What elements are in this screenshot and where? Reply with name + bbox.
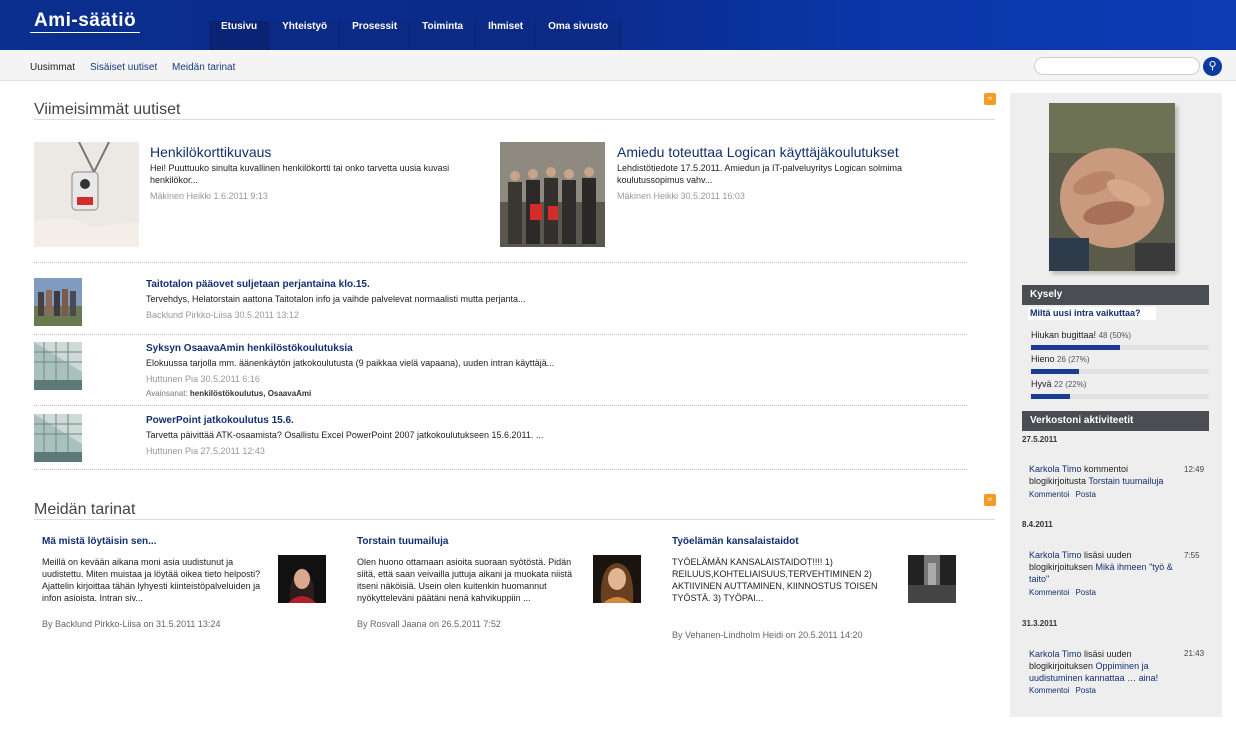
activity-links: Kommentoi Posta: [1029, 686, 1102, 695]
stories-section-title: Meidän tarinat: [34, 501, 136, 518]
list-item-title[interactable]: Syksyn OsaavaAmin henkilöstökoulutuksia: [146, 343, 353, 354]
tab-prosessit[interactable]: Prosessit: [340, 21, 411, 50]
tags-label: Avainsanat:: [146, 389, 188, 398]
tab-yhteistyo[interactable]: Yhteistyö: [270, 21, 341, 50]
poll-bar-track: [1031, 369, 1209, 374]
activity-time: 7:55: [1184, 551, 1200, 560]
divider: [34, 519, 995, 520]
list-item-excerpt: Tarvetta päivittää ATK-osaamista? Osalli…: [146, 430, 544, 440]
author-avatar[interactable]: [908, 555, 956, 603]
activity-item: Karkola Timo kommentoi blogikirjoitusta …: [1029, 463, 1179, 487]
activity-time: 21:43: [1184, 649, 1205, 658]
poll-bar-track: [1031, 345, 1209, 350]
comment-link[interactable]: Kommentoi: [1029, 686, 1069, 695]
post-link[interactable]: Posta: [1075, 686, 1095, 695]
story-title[interactable]: Torstain tuumailuja: [357, 536, 449, 547]
divider: [34, 334, 967, 335]
poll-header: Kysely: [1022, 285, 1209, 305]
story-excerpt: Olen huono ottamaan asioita suoraan syöt…: [357, 557, 573, 603]
post-link[interactable]: Posta: [1075, 490, 1095, 499]
list-item-image[interactable]: [34, 342, 82, 390]
subnav-meidan-tarinat[interactable]: Meidän tarinat: [172, 62, 235, 73]
activity-actor-link[interactable]: Karkola Timo: [1029, 464, 1082, 474]
featured-title[interactable]: Amiedu toteuttaa Logican käyttäjäkoulutu…: [617, 144, 899, 160]
list-item-title[interactable]: PowerPoint jatkokoulutus 15.6.: [146, 415, 294, 426]
tab-toiminta[interactable]: Toiminta: [410, 21, 477, 50]
story-title[interactable]: Työelämän kansalaistaidot: [672, 536, 799, 547]
tab-ihmiset[interactable]: Ihmiset: [476, 21, 537, 50]
story-meta: By Vehanen-Lindholm Heidi on 20.5.2011 1…: [672, 630, 863, 640]
poll-option: Hyvä 22 (22%): [1031, 379, 1087, 389]
subnav-uusimmat[interactable]: Uusimmat: [30, 62, 75, 73]
poll-bar: [1031, 394, 1071, 399]
activity-date: 31.3.2011: [1022, 619, 1058, 628]
poll-option-count: 22 (22%): [1054, 380, 1087, 389]
search-icon[interactable]: ⚲: [1203, 57, 1222, 76]
list-item-excerpt: Elokuussa tarjolla mm. äänenkäytön jatko…: [146, 358, 555, 368]
divider: [34, 119, 995, 120]
featured-image-group-photo[interactable]: [500, 142, 605, 247]
activity-item: Karkola Timo lisäsi uuden blogikirjoituk…: [1029, 648, 1179, 684]
activity-actor-link[interactable]: Karkola Timo: [1029, 649, 1082, 659]
list-item-title[interactable]: Taitotalon pääovet suljetaan perjantaina…: [146, 279, 370, 290]
story-meta: By Backlund Pirkko-Liisa on 31.5.2011 13…: [42, 619, 221, 629]
post-link[interactable]: Posta: [1075, 588, 1095, 597]
list-item-image[interactable]: [34, 414, 82, 462]
author-avatar[interactable]: [278, 555, 326, 603]
featured-meta: Mäkinen Heikki 30.5.2011 16:03: [617, 191, 745, 201]
featured-meta: Mäkinen Heikki 1.6.2011 9:13: [150, 191, 268, 201]
author-avatar[interactable]: [593, 555, 641, 603]
activity-time: 12:49: [1184, 465, 1205, 474]
divider: [34, 405, 967, 406]
poll-option: Hiukan bugittaa! 48 (50%): [1031, 330, 1131, 340]
featured-excerpt: Hei! Puuttuuko sinulta kuvallinen henkil…: [150, 163, 450, 185]
poll-bar: [1031, 345, 1120, 350]
news-section-title: Viimeisimmät uutiset: [34, 101, 181, 118]
activity-item: Karkola Timo lisäsi uuden blogikirjoituk…: [1029, 549, 1179, 585]
poll-question[interactable]: Miltä uusi intra vaikuttaa?: [1028, 307, 1156, 320]
divider: [34, 262, 967, 263]
poll-option-label: Hieno: [1031, 354, 1055, 364]
tab-oma-sivusto[interactable]: Oma sivusto: [536, 21, 622, 50]
subnav-sisaiset-uutiset[interactable]: Sisäiset uutiset: [90, 62, 157, 73]
list-item-excerpt: Tervehdys, Helatorstain aattona Taitotal…: [146, 294, 526, 304]
list-item-meta: Huttunen Pia 27.5.2011 12:43: [146, 446, 265, 456]
divider: [34, 469, 967, 470]
poll-option-count: 26 (27%): [1057, 355, 1090, 364]
activity-target-link[interactable]: Torstain tuumailuja: [1088, 476, 1163, 486]
list-item-image[interactable]: [34, 278, 82, 326]
poll-bar-track: [1031, 394, 1209, 399]
activity-links: Kommentoi Posta: [1029, 588, 1102, 597]
comment-link[interactable]: Kommentoi: [1029, 588, 1069, 597]
activity-links: Kommentoi Posta: [1029, 490, 1102, 499]
featured-image-id-card[interactable]: [34, 142, 139, 247]
list-item-meta: Huttunen Pia 30.5.2011 6:16: [146, 374, 260, 384]
rss-icon[interactable]: ≈: [984, 93, 996, 105]
site-logo[interactable]: Ami-säätiö: [30, 11, 141, 33]
featured-title[interactable]: Henkilökorttikuvaus: [150, 144, 271, 160]
tags-value[interactable]: henkilöstökoulutus, OsaavaAmi: [190, 389, 311, 398]
story-excerpt: TYÖELÄMÄN KANSALAISTAIDOT!!!! 1) REILUUS…: [672, 557, 878, 603]
list-item-meta: Backlund Pirkko-Liisa 30.5.2011 13:12: [146, 310, 299, 320]
featured-excerpt: Lehdistötiedote 17.5.2011. Amiedun ja IT…: [617, 163, 902, 185]
poll-option-label: Hyvä: [1031, 379, 1052, 389]
activity-date: 27.5.2011: [1022, 435, 1058, 444]
rss-icon[interactable]: ≈: [984, 494, 996, 506]
activity-date: 8.4.2011: [1022, 520, 1053, 529]
activity-header: Verkostoni aktiviteetit: [1022, 411, 1209, 431]
poll-option-label: Hiukan bugittaa!: [1031, 330, 1097, 340]
main-nav: Etusivu Yhteistyö Prosessit Toiminta Ihm…: [209, 21, 622, 50]
story-title[interactable]: Mä mistä löytäisin sen...: [42, 536, 156, 547]
comment-link[interactable]: Kommentoi: [1029, 490, 1069, 499]
poll-option: Hieno 26 (27%): [1031, 354, 1090, 364]
sidebar-image-hands: [1049, 103, 1175, 271]
tab-etusivu[interactable]: Etusivu: [209, 21, 271, 50]
activity-actor-link[interactable]: Karkola Timo: [1029, 550, 1082, 560]
poll-bar: [1031, 369, 1080, 374]
list-item-tags: Avainsanat: henkilöstökoulutus, OsaavaAm…: [146, 389, 311, 398]
search-input[interactable]: [1034, 57, 1200, 75]
poll-option-count: 48 (50%): [1098, 331, 1132, 340]
story-meta: By Rosvall Jaana on 26.5.2011 7:52: [357, 619, 501, 629]
story-excerpt: Meillä on kevään aikana moni asia uudist…: [42, 557, 261, 603]
